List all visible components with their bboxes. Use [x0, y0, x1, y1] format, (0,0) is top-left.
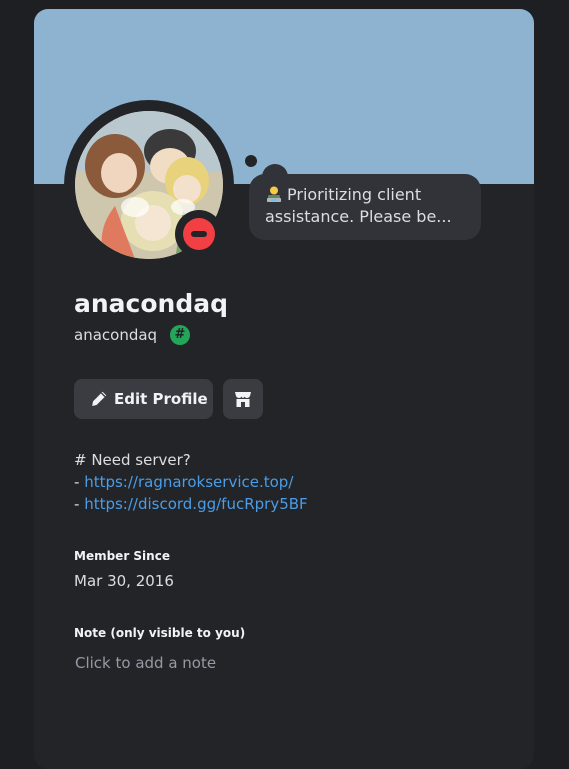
edit-profile-label: Edit Profile [114, 390, 208, 408]
custom-status-text: Prioritizing client assistance. Please b… [265, 185, 452, 226]
custom-status-bubble[interactable]: Prioritizing client assistance. Please b… [249, 174, 481, 240]
shop-button[interactable] [223, 379, 263, 419]
bio-line-prefix: - [74, 473, 85, 491]
username[interactable]: anacondaq [74, 324, 157, 346]
bio-line: - https://discord.gg/fucRpry5BF [74, 493, 514, 515]
thought-dot-small [245, 155, 257, 167]
hash-badge-icon[interactable]: # [170, 325, 190, 345]
pencil-icon [92, 391, 107, 406]
shop-icon [235, 392, 251, 407]
bio-link-discord[interactable]: https://discord.gg/fucRpry5BF [84, 495, 307, 513]
bio-line-prefix: - [74, 495, 85, 513]
technologist-emoji-icon [267, 186, 281, 202]
bio-line: - https://ragnarokservice.top/ [74, 471, 514, 493]
about-me: # Need server? - https://ragnarokservice… [74, 449, 514, 515]
profile-card: Prioritizing client assistance. Please b… [34, 9, 534, 769]
bio-link-ragnarok[interactable]: https://ragnarokservice.top/ [84, 473, 293, 491]
dnd-status-bar [191, 231, 207, 237]
bio-heading: # Need server? [74, 451, 191, 469]
note-input[interactable] [68, 648, 522, 678]
note-title: Note (only visible to you) [74, 626, 246, 640]
member-since-value: Mar 30, 2016 [74, 572, 174, 590]
edit-profile-button[interactable]: Edit Profile [74, 379, 213, 419]
member-since-title: Member Since [74, 549, 170, 563]
display-name: anacondaq [74, 289, 228, 318]
